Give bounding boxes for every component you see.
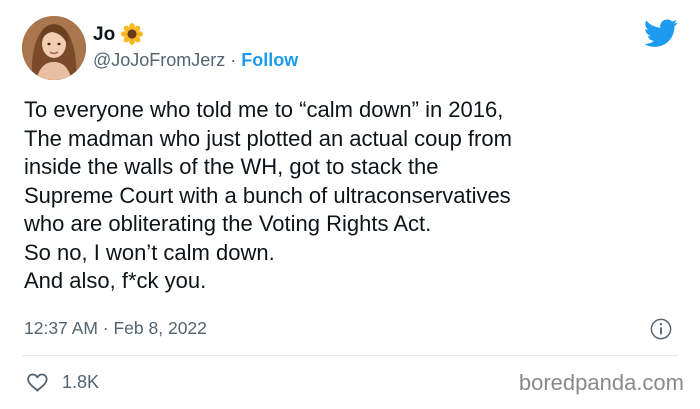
author-name-row[interactable]: Jo bbox=[93, 23, 144, 45]
handle-row: @JoJoFromJerz · Follow bbox=[93, 51, 298, 69]
tweet-text: To everyone who told me to “calm down” i… bbox=[24, 96, 684, 296]
watermark-logo: boredpanda.com bbox=[518, 370, 684, 395]
tweet-card: Jo @JoJoFromJerz · Follow To everyone wh… bbox=[0, 0, 700, 409]
twitter-bird-icon[interactable] bbox=[644, 16, 678, 50]
tweet-timestamp[interactable]: 12:37 AM · Feb 8, 2022 bbox=[24, 319, 207, 338]
divider bbox=[22, 355, 678, 356]
like-button[interactable]: 1.8K bbox=[26, 370, 99, 394]
tweet-line: who are obliterating the Voting Rights A… bbox=[24, 211, 432, 236]
heart-icon[interactable] bbox=[26, 370, 50, 394]
tweet-line: Supreme Court with a bunch of ultraconse… bbox=[24, 182, 511, 208]
tweet-line: inside the walls of the WH, got to stack… bbox=[24, 154, 439, 179]
follow-button[interactable]: Follow bbox=[241, 51, 298, 69]
author-display-name[interactable]: Jo bbox=[93, 25, 115, 44]
author-handle[interactable]: @JoJoFromJerz bbox=[93, 51, 225, 69]
tweet-line: To everyone who told me to “calm down” i… bbox=[24, 97, 504, 122]
tweet-line: And also, f*ck you. bbox=[24, 268, 207, 293]
separator: · bbox=[230, 50, 237, 70]
avatar[interactable] bbox=[22, 16, 86, 80]
avatar-image bbox=[22, 16, 86, 80]
sunflower-icon bbox=[121, 23, 144, 45]
tweet-line: The madman who just plotted an actual co… bbox=[24, 125, 512, 151]
like-count: 1.8K bbox=[62, 372, 100, 392]
info-icon[interactable] bbox=[650, 318, 672, 340]
tweet-line: So no, I won’t calm down. bbox=[24, 239, 275, 265]
